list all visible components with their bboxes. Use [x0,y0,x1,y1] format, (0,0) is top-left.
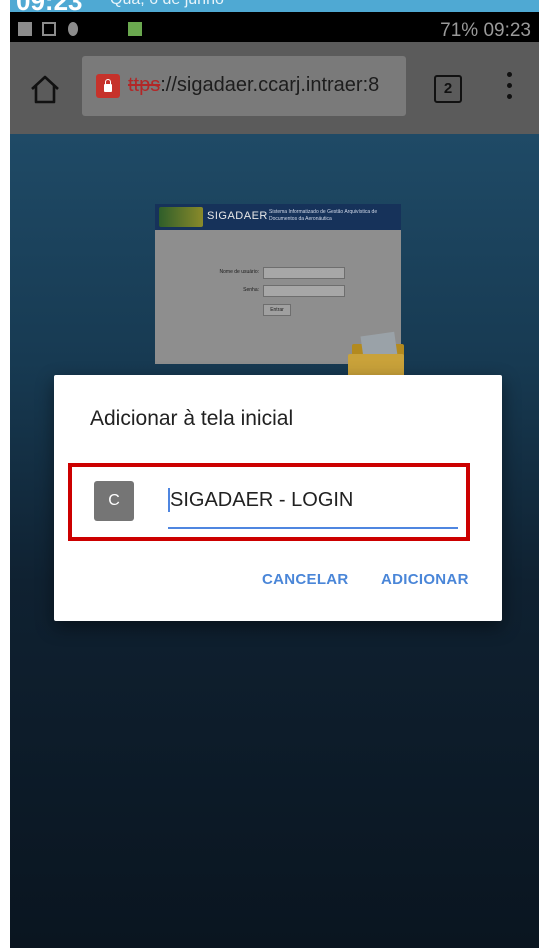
status-date: Qua, 6 de junho [110,0,224,9]
menu-dot-icon [506,72,512,77]
notification-icon [18,22,32,36]
cancel-button[interactable]: CANCELAR [262,571,349,588]
address-bar[interactable]: ttps://sigadaer.ccarj.intraer:8 [82,56,406,116]
notification-strip: 09:23 Qua, 6 de junho [10,0,539,12]
login-submit-button[interactable]: Entrar [263,304,291,316]
highlighted-input-row: C SIGADAER - LOGIN [68,463,470,541]
browser-toolbar: ttps://sigadaer.ccarj.intraer:8 2 [10,42,539,134]
password-label: Senha: [243,287,259,293]
add-button[interactable]: ADICIONAR [381,571,469,588]
phone-screen: 09:23 Qua, 6 de junho 71% 09:23 ttps://s… [10,0,539,948]
url-text: ttps://sigadaer.ccarj.intraer:8 [128,74,398,97]
shortcut-name-value: SIGADAER - LOGIN [170,489,354,511]
status-battery-clock: 71% 09:23 [440,20,531,41]
dialog-title: Adicionar à tela inicial [90,407,294,430]
brand-subtitle: Sistema Informatizado de Gestão Arquivís… [269,209,378,222]
shortcut-name-input[interactable]: SIGADAER - LOGIN [168,481,458,529]
home-icon [31,75,59,104]
overflow-menu-button[interactable] [504,72,514,104]
app-icon [128,22,142,36]
username-label: Nome de usuário: [219,269,259,275]
fab-logo [159,207,203,227]
url-scheme: ttps [128,74,161,96]
site-letter-icon: C [94,481,134,521]
dot-icon [68,22,78,36]
brand-name: SIGADAER [207,210,268,222]
login-header: SIGADAER Sistema Informatizado de Gestão… [155,204,401,230]
add-to-home-dialog: Adicionar à tela inicial C SIGADAER - LO… [54,375,502,621]
folder-illustration [348,331,408,378]
status-bar: 09:23 Qua, 6 de junho 71% 09:23 [10,0,539,42]
menu-dot-icon [506,83,512,88]
menu-dot-icon [506,94,512,99]
insecure-lock-icon[interactable] [96,74,120,98]
screenshot-icon [42,22,56,36]
home-button[interactable] [28,72,62,106]
password-field[interactable] [263,285,345,297]
tab-switcher-button[interactable]: 2 [434,75,462,103]
username-field[interactable] [263,267,345,279]
url-host: ://sigadaer.ccarj.intraer:8 [160,74,380,96]
status-time: 09:23 [16,0,83,12]
